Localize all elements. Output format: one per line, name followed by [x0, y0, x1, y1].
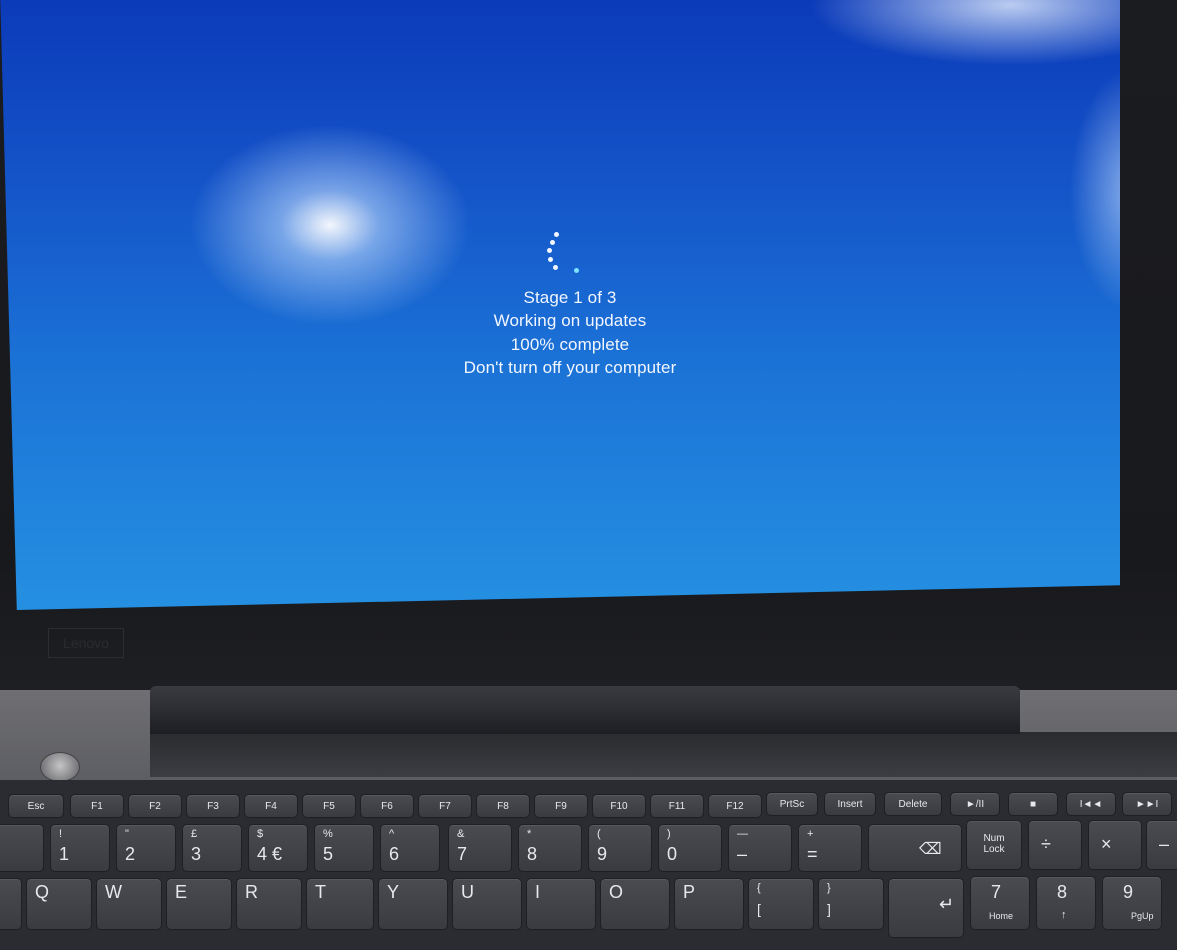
key-numpad-9[interactable]: 9 PgUp — [1102, 876, 1162, 930]
key-9[interactable]: (9 — [588, 824, 652, 872]
key-right-bracket[interactable]: }] — [818, 878, 884, 930]
key-p[interactable]: P — [674, 878, 744, 930]
key-8[interactable]: * 8 — [518, 824, 582, 872]
status-text: Working on updates — [493, 311, 647, 330]
hinge-gap — [150, 732, 1177, 777]
key-numpad-7[interactable]: 7 Home — [970, 876, 1030, 930]
key-left-bracket[interactable]: {[ — [748, 878, 814, 930]
hinge — [150, 686, 1020, 734]
key-2[interactable]: " 2 — [116, 824, 176, 872]
backspace-icon: ⌫ — [919, 841, 942, 858]
key-o[interactable]: O — [600, 878, 670, 930]
key-4[interactable]: $4 € — [248, 824, 308, 872]
progress-text: 100% complete — [510, 335, 630, 354]
key-i[interactable]: I — [526, 878, 596, 930]
key-5[interactable]: % 5 — [314, 824, 374, 872]
key-f6[interactable]: F6 — [360, 794, 414, 818]
key-1[interactable]: ! 1 — [50, 824, 110, 872]
key-3[interactable]: £3 — [182, 824, 242, 872]
key-7[interactable]: & 7 — [448, 824, 512, 872]
key-6[interactable]: ^ 6 — [380, 824, 440, 872]
key-numpad-divide[interactable]: ÷ — [1028, 820, 1082, 870]
key-f7[interactable]: F7 — [418, 794, 472, 818]
key-delete[interactable]: Delete — [884, 792, 942, 816]
key-numpad-multiply[interactable]: × — [1088, 820, 1142, 870]
key-q[interactable]: Q — [26, 878, 92, 930]
key-enter[interactable]: ↵ — [888, 878, 964, 938]
key-num-lock[interactable]: Num Lock — [966, 820, 1022, 870]
key-u[interactable]: U — [452, 878, 522, 930]
key-f10[interactable]: F10 — [592, 794, 646, 818]
loading-spinner-icon — [540, 228, 590, 278]
key-next-track[interactable]: ►►I — [1122, 792, 1172, 816]
key-f9[interactable]: F9 — [534, 794, 588, 818]
key-t[interactable]: T — [306, 878, 374, 930]
key-f12[interactable]: F12 — [708, 794, 762, 818]
key-f5[interactable]: F5 — [302, 794, 356, 818]
key-previous-track[interactable]: I◄◄ — [1066, 792, 1116, 816]
key-f8[interactable]: F8 — [476, 794, 530, 818]
key-f11[interactable]: F11 — [650, 794, 704, 818]
key-y[interactable]: Y — [378, 878, 448, 930]
warning-text: Don't turn off your computer — [463, 358, 677, 377]
stage-text: Stage 1 of 3 — [523, 288, 617, 307]
key-e[interactable]: E — [166, 878, 232, 930]
key-numpad-minus[interactable]: – — [1146, 820, 1177, 870]
enter-arrow-icon: ↵ — [939, 894, 955, 914]
key-equals[interactable]: + = — [798, 824, 862, 872]
key-r[interactable]: R — [236, 878, 302, 930]
key-esc[interactable]: Esc — [8, 794, 64, 818]
key-minus[interactable]: — – — [728, 824, 792, 872]
laptop-lid — [0, 0, 1177, 710]
keyboard: Esc F1 F2 F3 F4 F5 F6 F7 F8 F9 F10 F11 F… — [0, 780, 1177, 950]
key-numpad-8[interactable]: 8 ↑ — [1036, 876, 1096, 930]
key-backspace[interactable]: ⌫ — [868, 824, 962, 872]
key-w[interactable]: W — [96, 878, 162, 930]
key-f3[interactable]: F3 — [186, 794, 240, 818]
brand-logo: Lenovo — [48, 628, 124, 658]
key-f2[interactable]: F2 — [128, 794, 182, 818]
power-button[interactable] — [40, 752, 80, 782]
key-f1[interactable]: F1 — [70, 794, 124, 818]
key-tab[interactable] — [0, 878, 22, 930]
key-f4[interactable]: F4 — [244, 794, 298, 818]
key-insert[interactable]: Insert — [824, 792, 876, 816]
key-backtick[interactable] — [0, 824, 44, 872]
key-play-pause[interactable]: ►/II — [950, 792, 1000, 816]
key-stop[interactable]: ■ — [1008, 792, 1058, 816]
key-prtsc[interactable]: PrtSc — [766, 792, 818, 816]
key-0[interactable]: ) 0 — [658, 824, 722, 872]
